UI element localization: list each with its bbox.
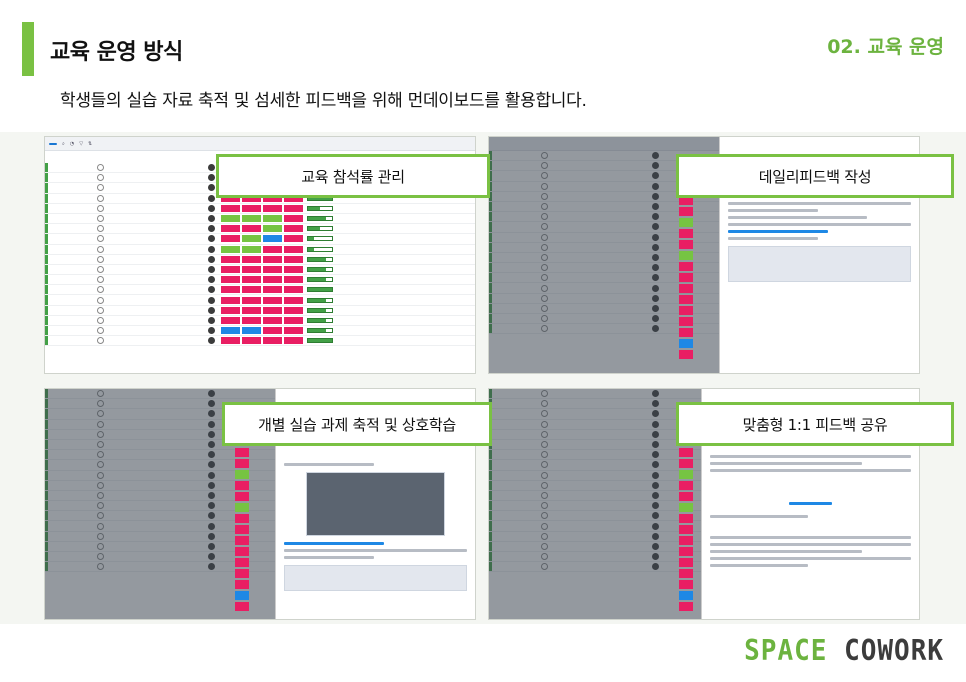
callout-daily-feedback: 데일리피드백 작성	[676, 154, 954, 198]
person-icon: ◔	[69, 140, 75, 147]
status-cell	[679, 350, 693, 359]
status-cell	[679, 514, 693, 523]
board-toolbar: ⌕ ◔ ▽ ⇅	[45, 137, 475, 151]
status-cell	[235, 525, 249, 534]
status-cell	[679, 207, 693, 216]
sort-icon: ⇅	[88, 140, 93, 147]
status-cell	[679, 591, 693, 600]
status-cell	[679, 251, 693, 260]
status-cell	[679, 470, 693, 479]
status-cell	[679, 306, 693, 315]
status-cell	[679, 492, 693, 501]
callout-attendance: 교육 참석률 관리	[216, 154, 490, 198]
status-cell	[679, 602, 693, 611]
status-cell	[235, 547, 249, 556]
title-accent-bar	[22, 22, 34, 76]
attached-image	[728, 246, 911, 282]
table-row	[45, 264, 475, 276]
table-row	[45, 275, 475, 286]
status-cell	[235, 602, 249, 611]
page-title: 교육 운영 방식	[50, 40, 183, 65]
status-cell	[235, 536, 249, 545]
status-cell	[679, 218, 693, 227]
status-cell	[679, 240, 693, 249]
table-row	[45, 326, 475, 337]
status-cell	[679, 339, 693, 348]
status-cell	[679, 262, 693, 271]
attached-image	[306, 472, 445, 536]
status-cell	[679, 328, 693, 337]
status-cell	[679, 273, 693, 282]
status-cell	[235, 591, 249, 600]
status-cell	[235, 492, 249, 501]
callout-one-on-one: 맞춤형 1:1 피드백 공유	[676, 402, 954, 446]
filter-icon: ▽	[79, 140, 84, 147]
table-row	[45, 234, 475, 245]
status-cell	[679, 547, 693, 556]
status-cell	[679, 558, 693, 567]
table-row	[45, 305, 475, 316]
status-cell	[679, 569, 693, 578]
status-cell	[235, 514, 249, 523]
attached-table	[284, 565, 467, 591]
status-cell	[679, 580, 693, 589]
status-cell	[679, 525, 693, 534]
status-cell	[679, 503, 693, 512]
callout-assignment: 개별 실습 과제 축적 및 상호학습	[222, 402, 492, 446]
status-cell	[235, 481, 249, 490]
status-cell	[679, 459, 693, 468]
status-cell	[235, 569, 249, 578]
status-cell	[235, 503, 249, 512]
status-cell	[679, 448, 693, 457]
new-item-button	[49, 142, 57, 145]
table-row	[45, 295, 475, 306]
table-row	[45, 285, 475, 296]
status-cell	[235, 459, 249, 468]
status-cell	[679, 317, 693, 326]
status-cell	[679, 536, 693, 545]
table-row	[45, 213, 475, 225]
status-cell	[679, 481, 693, 490]
status-cell	[679, 284, 693, 293]
status-cell	[235, 558, 249, 567]
status-cell	[235, 580, 249, 589]
table-row	[45, 254, 475, 265]
status-cell	[679, 295, 693, 304]
brand-logo: SPACE COWORK	[744, 634, 944, 668]
table-row	[45, 224, 475, 235]
status-cell	[235, 470, 249, 479]
page-subtitle: 학생들의 실습 자료 축적 및 섬세한 피드백을 위해 먼데이보드를 활용합니다…	[60, 91, 587, 111]
table-row	[45, 336, 475, 347]
status-cell	[235, 448, 249, 457]
status-cell	[679, 229, 693, 238]
table-row	[45, 203, 475, 214]
search-icon: ⌕	[62, 140, 65, 147]
table-row	[45, 244, 475, 255]
table-row	[45, 315, 475, 326]
section-tag: 02. 교육 운영	[827, 36, 944, 58]
